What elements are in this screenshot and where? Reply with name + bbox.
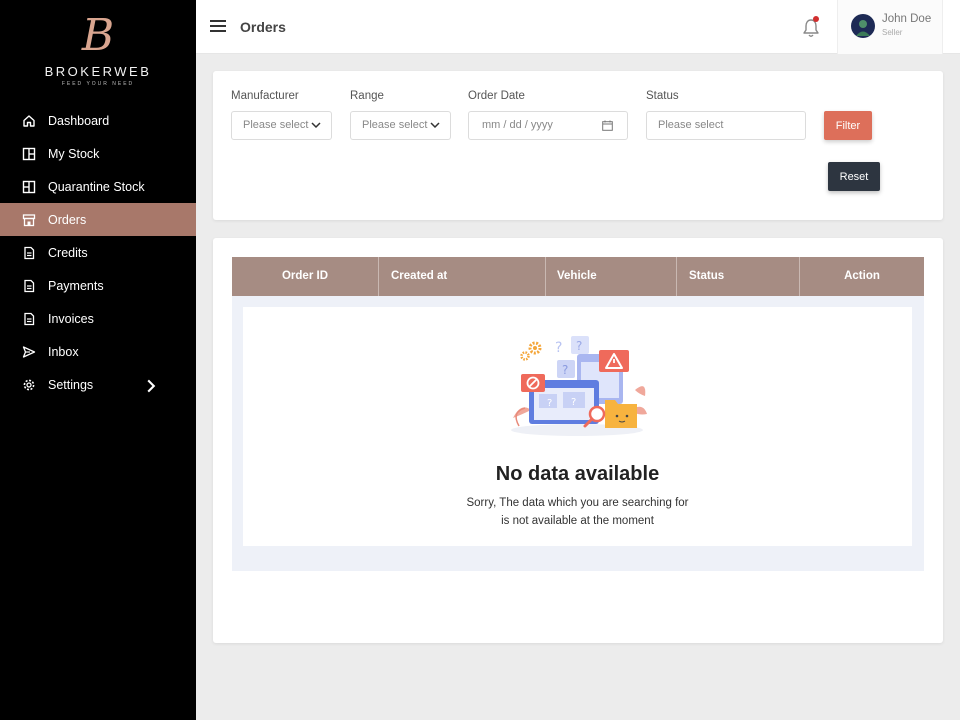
sidebar-item-label: Dashboard [48,113,110,128]
gear-icon [23,379,35,390]
filter-panel: Manufacturer Please select Range Please … [213,71,943,220]
column-header-order-id[interactable]: Order ID [232,257,379,296]
sidebar-item-quarantine-stock[interactable]: Quarantine Stock [0,170,196,203]
manufacturer-label: Manufacturer [231,90,299,102]
brand-name: BROKERWEB [44,64,152,79]
status-select[interactable]: Please select [646,111,806,140]
reset-button[interactable]: Reset [828,162,880,191]
stock-icon [22,147,36,160]
document-icon [24,279,35,292]
sidebar-item-invoices[interactable]: Invoices [0,302,196,335]
avatar [851,14,875,38]
svg-text:?: ? [547,398,552,409]
empty-state-message-line2: is not available at the moment [501,515,654,527]
sidebar-item-label: Settings [48,377,94,392]
sidebar-item-credits[interactable]: Credits [0,236,196,269]
sidebar: B BROKERWEB FEED YOUR NEED Dashboard My … [0,0,196,720]
no-data-illustration: ? ? ? ? ? [511,336,647,436]
sidebar-item-payments[interactable]: Payments [0,269,196,302]
sidebar-item-orders[interactable]: Orders [0,203,196,236]
table-header: Order ID Created at Vehicle Status Actio… [232,257,924,296]
chevron-right-icon [147,379,156,393]
sidebar-item-settings[interactable]: Settings [0,368,196,401]
manufacturer-placeholder: Please select [243,119,309,131]
user-role: Seller [882,28,903,37]
status-placeholder: Please select [658,119,724,131]
sidebar-item-label: My Stock [48,146,100,161]
document-icon [24,312,35,325]
quarantine-icon [22,180,36,193]
user-name: John Doe [882,13,932,25]
send-icon [22,345,36,358]
svg-text:?: ? [571,397,576,408]
sidebar-item-label: Quarantine Stock [48,179,145,194]
brand-mark: B [81,10,115,61]
sidebar-item-inbox[interactable]: Inbox [0,335,196,368]
user-menu[interactable]: John Doe Seller [837,0,943,54]
sidebar-item-label: Credits [48,245,88,260]
order-date-placeholder: mm / dd / yyyy [482,119,553,131]
svg-text:?: ? [576,339,582,353]
column-header-vehicle[interactable]: Vehicle [546,257,677,296]
filter-button[interactable]: Filter [824,111,872,140]
document-icon [24,246,35,259]
sidebar-item-label: Orders [48,212,87,227]
brand-logo[interactable]: B BROKERWEB FEED YOUR NEED [0,10,196,94]
empty-state: ? ? ? ? ? No data available Sorry, The d… [243,307,912,546]
empty-state-message-line1: Sorry, The data which you are searching … [466,497,689,509]
order-date-label: Order Date [468,90,525,102]
table-body: ? ? ? ? ? No data available Sorry, The d… [232,296,924,571]
svg-text:?: ? [555,340,562,356]
sidebar-item-label: Inbox [48,344,79,359]
column-header-status[interactable]: Status [677,257,800,296]
sidebar-item-label: Invoices [48,311,94,326]
sidebar-item-dashboard[interactable]: Dashboard [0,104,196,137]
chevron-down-icon [311,121,321,129]
column-header-action[interactable]: Action [800,257,924,296]
sidebar-item-label: Payments [48,278,104,293]
svg-text:?: ? [562,363,568,377]
range-placeholder: Please select [362,119,428,131]
calendar-icon[interactable] [602,120,613,131]
top-header: Orders John Doe Seller [196,0,960,54]
sidebar-item-my-stock[interactable]: My Stock [0,137,196,170]
range-select[interactable]: Please select [350,111,451,140]
sidebar-nav: Dashboard My Stock Quarantine Stock Orde… [0,104,196,401]
hamburger-menu-icon[interactable] [210,19,226,33]
chevron-down-icon [430,121,440,129]
empty-state-title: No data available [495,463,660,485]
store-icon [22,213,36,226]
range-label: Range [350,90,384,102]
page-title: Orders [240,19,286,35]
home-icon [23,114,35,127]
orders-table-panel: Order ID Created at Vehicle Status Actio… [213,238,943,643]
order-date-input[interactable]: mm / dd / yyyy [468,111,628,140]
column-header-created-at[interactable]: Created at [379,257,546,296]
brand-tagline: FEED YOUR NEED [61,81,135,87]
notification-badge [813,16,819,22]
status-label: Status [646,90,679,102]
manufacturer-select[interactable]: Please select [231,111,332,140]
